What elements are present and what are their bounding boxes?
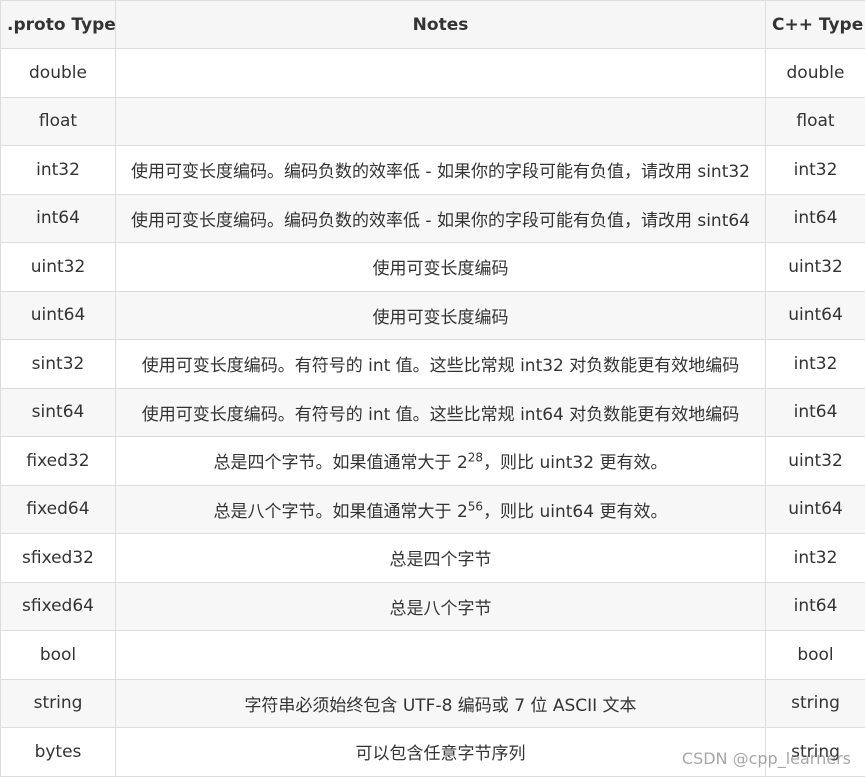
table-row: int64 使用可变长度编码。编码负数的效率低 - 如果你的字段可能有负值，请改…: [0, 193, 865, 243]
proto-type-cell: fixed32: [0, 436, 116, 486]
proto-type-cell: bytes: [0, 727, 116, 777]
table-row: int32 使用可变长度编码。编码负数的效率低 - 如果你的字段可能有负值，请改…: [0, 145, 865, 195]
cpp-type-cell: int32: [765, 533, 865, 583]
notes-cell: 总是八个字节: [115, 581, 766, 631]
proto-type-table: .proto Type Notes C++ Type double double…: [0, 0, 865, 777]
table-header-row: .proto Type Notes C++ Type: [0, 0, 865, 49]
notes-cell: 字符串必须始终包含 UTF-8 编码或 7 位 ASCII 文本: [115, 678, 766, 728]
proto-type-cell: float: [0, 96, 116, 146]
proto-type-cell: bool: [0, 630, 116, 680]
notes-text: 总是八个字节。如果值通常大于 2: [213, 501, 468, 522]
cpp-type-cell: float: [765, 96, 865, 146]
cpp-type-cell: uint32: [765, 436, 865, 486]
notes-text: ，则比 uint32 更有效。: [483, 453, 668, 474]
cpp-type-cell: string: [765, 678, 865, 728]
cpp-type-cell: double: [765, 48, 865, 98]
cpp-type-cell: int32: [765, 339, 865, 389]
notes-text: ，则比 uint64 更有效。: [483, 501, 668, 522]
table-row: sfixed64 总是八个字节 int64: [0, 581, 865, 631]
table-row: double double: [0, 48, 865, 98]
table-row: uint32 使用可变长度编码 uint32: [0, 242, 865, 292]
notes-cell: [115, 48, 766, 98]
table-row: fixed64 总是八个字节。如果值通常大于 256，则比 uint64 更有效…: [0, 484, 865, 534]
notes-cell: 总是四个字节: [115, 533, 766, 583]
notes-cell: 使用可变长度编码。编码负数的效率低 - 如果你的字段可能有负值，请改用 sint…: [115, 193, 766, 243]
notes-cell: 总是四个字节。如果值通常大于 228，则比 uint32 更有效。: [115, 436, 766, 486]
proto-type-cell: sfixed64: [0, 581, 116, 631]
notes-cell: 使用可变长度编码: [115, 290, 766, 340]
cpp-type-cell: int64: [765, 387, 865, 437]
notes-cell: 使用可变长度编码。有符号的 int 值。这些比常规 int32 对负数能更有效地…: [115, 339, 766, 389]
table-row: fixed32 总是四个字节。如果值通常大于 228，则比 uint32 更有效…: [0, 436, 865, 486]
table-row: sint32 使用可变长度编码。有符号的 int 值。这些比常规 int32 对…: [0, 339, 865, 389]
proto-type-cell: uint64: [0, 290, 116, 340]
proto-type-cell: int32: [0, 145, 116, 195]
table-row: sfixed32 总是四个字节 int32: [0, 533, 865, 583]
proto-type-cell: sint64: [0, 387, 116, 437]
proto-type-cell: sfixed32: [0, 533, 116, 583]
notes-cell: 使用可变长度编码。编码负数的效率低 - 如果你的字段可能有负值，请改用 sint…: [115, 145, 766, 195]
notes-cell: 使用可变长度编码: [115, 242, 766, 292]
notes-cell: 总是八个字节。如果值通常大于 256，则比 uint64 更有效。: [115, 484, 766, 534]
proto-type-cell: uint32: [0, 242, 116, 292]
cpp-type-cell: int64: [765, 193, 865, 243]
cpp-type-cell: bool: [765, 630, 865, 680]
cpp-type-cell: uint64: [765, 290, 865, 340]
table-row: uint64 使用可变长度编码 uint64: [0, 290, 865, 340]
header-proto-type: .proto Type: [0, 0, 116, 49]
header-cpp-type: C++ Type: [765, 0, 865, 49]
notes-cell: [115, 630, 766, 680]
proto-type-cell: fixed64: [0, 484, 116, 534]
cpp-type-cell: int32: [765, 145, 865, 195]
exponent: 28: [467, 450, 484, 465]
proto-type-cell: double: [0, 48, 116, 98]
notes-text: 总是四个字节。如果值通常大于 2: [213, 453, 468, 474]
table-row: string 字符串必须始终包含 UTF-8 编码或 7 位 ASCII 文本 …: [0, 678, 865, 728]
notes-cell: 使用可变长度编码。有符号的 int 值。这些比常规 int64 对负数能更有效地…: [115, 387, 766, 437]
proto-type-cell: sint32: [0, 339, 116, 389]
table-row: bool bool: [0, 630, 865, 680]
header-notes: Notes: [115, 0, 766, 49]
exponent: 56: [467, 499, 484, 514]
proto-type-cell: int64: [0, 193, 116, 243]
proto-type-cell: string: [0, 678, 116, 728]
notes-cell: 可以包含任意字节序列: [115, 727, 766, 777]
notes-cell: [115, 96, 766, 146]
cpp-type-cell: int64: [765, 581, 865, 631]
table-row: sint64 使用可变长度编码。有符号的 int 值。这些比常规 int64 对…: [0, 387, 865, 437]
table-row: float float: [0, 96, 865, 146]
cpp-type-cell: uint64: [765, 484, 865, 534]
cpp-type-cell: uint32: [765, 242, 865, 292]
csdn-watermark: CSDN @cpp_learners: [681, 749, 851, 768]
